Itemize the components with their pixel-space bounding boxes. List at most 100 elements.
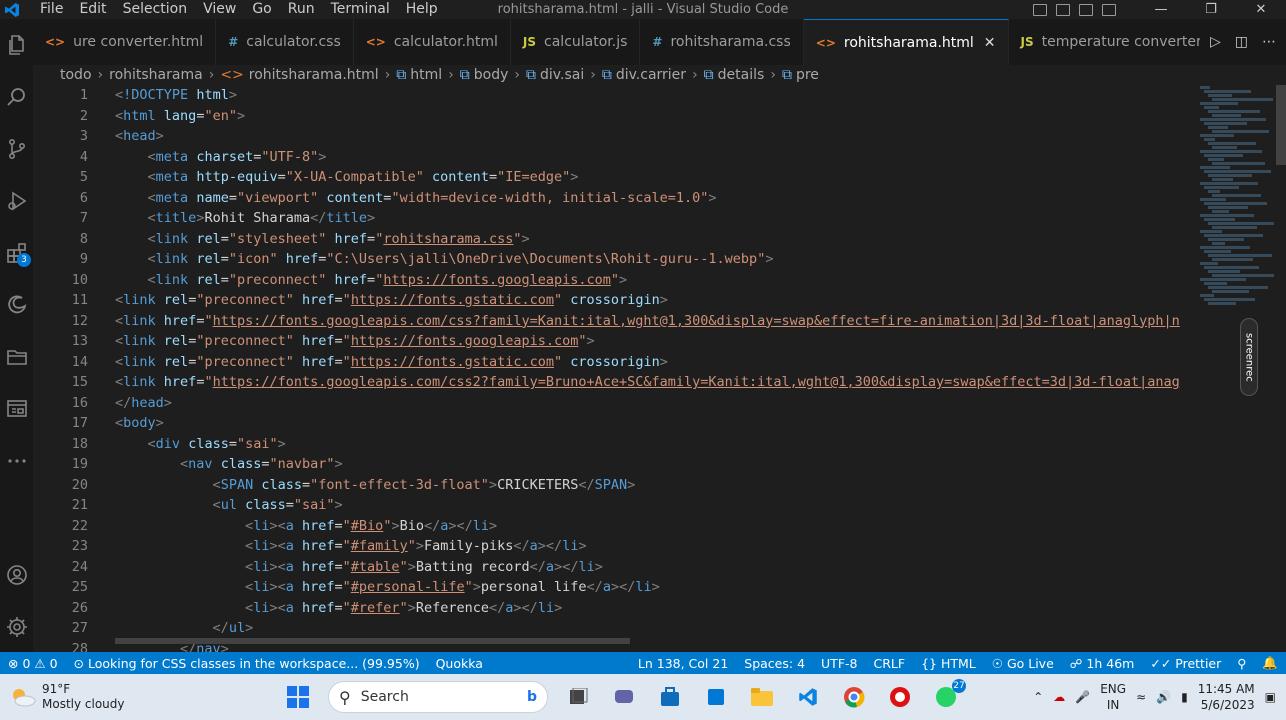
code-line[interactable]: 23 <li><a href="#family">Family-piks</a>… <box>33 536 1195 557</box>
code-line[interactable]: 2 <html lang="en"> <box>33 106 1195 127</box>
vertical-scrollbar[interactable] <box>1274 85 1286 652</box>
menu-edit[interactable]: Edit <box>71 0 114 19</box>
accounts-sync-icon[interactable]: ⚲ <box>1229 656 1254 671</box>
breadcrumb-item[interactable]: rohitsharama.html <box>249 67 379 83</box>
code-line[interactable]: 6 <meta name="viewport" content="width=d… <box>33 188 1195 209</box>
breadcrumb-item[interactable]: html <box>410 67 442 83</box>
code-line[interactable]: 18 <div class="sai"> <box>33 434 1195 455</box>
tab-ure-converter-html[interactable]: <> ure converter.html <box>33 19 217 65</box>
code-editor[interactable]: 1 <!DOCTYPE html> 2 <html lang="en"> 3 <head>… <box>33 85 1195 652</box>
time-tracker[interactable]: ☍ 1h 46m <box>1062 656 1143 671</box>
code-line[interactable]: 17 <body> <box>33 413 1195 434</box>
tab-rohitsharama-html[interactable]: <> rohitsharama.html ✕ <box>803 19 1009 65</box>
screen-recorder-icon[interactable] <box>884 681 916 713</box>
code-line[interactable]: 12 <link href="https://fonts.googleapis.c… <box>33 311 1195 332</box>
toggle-secondary-sidebar-icon[interactable] <box>1079 3 1093 16</box>
menu-selection[interactable]: Selection <box>115 0 196 19</box>
microphone-icon[interactable]: 🎤 <box>1075 690 1090 704</box>
language-mode[interactable]: {} HTML <box>913 656 984 671</box>
menu-view[interactable]: View <box>195 0 244 19</box>
clock[interactable]: 11:45 AM 5/6/2023 <box>1198 681 1255 713</box>
show-hidden-icons-icon[interactable]: ⌃ <box>1033 690 1043 704</box>
code-line[interactable]: 13 <link rel="preconnect" href="https://f… <box>33 331 1195 352</box>
close-window-icon[interactable]: ✕ <box>1236 0 1286 19</box>
breadcrumb-item[interactable]: pre <box>796 67 819 83</box>
code-line[interactable]: 25 <li><a href="#personal-life">personal… <box>33 577 1195 598</box>
run-icon[interactable]: ▷ <box>1210 34 1221 50</box>
notifications-bell-icon[interactable]: 🔔 <box>1254 655 1286 671</box>
code-line[interactable]: 24 <li><a href="#table">Batting record</… <box>33 557 1195 578</box>
taskbar-search[interactable]: ⚲ Search b <box>328 681 548 713</box>
project-manager-icon[interactable] <box>0 331 33 383</box>
remote-explorer-icon[interactable] <box>0 383 33 435</box>
teams-chat-icon[interactable] <box>608 681 640 713</box>
close-tab-icon[interactable]: ✕ <box>984 35 996 51</box>
extensions-icon[interactable]: 3 <box>0 227 33 279</box>
run-debug-icon[interactable] <box>0 175 33 227</box>
tray-app-icon[interactable]: ☁ <box>1053 690 1065 704</box>
wifi-icon[interactable]: ≈ <box>1136 690 1146 704</box>
language-indicator[interactable]: ENG IN <box>1100 681 1126 713</box>
explorer-icon[interactable] <box>0 19 33 71</box>
minimap[interactable] <box>1195 85 1281 652</box>
code-line[interactable]: 8 <link rel="stylesheet" href="rohitshar… <box>33 229 1195 250</box>
toggle-panel-icon[interactable] <box>1056 3 1070 16</box>
breadcrumb-item[interactable]: todo <box>60 67 92 83</box>
task-view-icon[interactable] <box>562 681 594 713</box>
tab-rohitsharama-css[interactable]: # rohitsharama.css <box>640 19 804 65</box>
whatsapp-icon[interactable]: 27 <box>930 679 966 713</box>
split-editor-icon[interactable]: ◫ <box>1235 34 1248 50</box>
file-explorer-icon[interactable] <box>746 681 778 713</box>
breadcrumb-item[interactable]: body <box>474 67 509 83</box>
code-line[interactable]: 5 <meta http-equiv="X-UA-Compatible" con… <box>33 167 1195 188</box>
search-icon[interactable] <box>0 71 33 123</box>
code-line[interactable]: 19 <nav class="navbar"> <box>33 454 1195 475</box>
accounts-icon[interactable] <box>0 549 33 601</box>
app-icon[interactable] <box>700 681 732 713</box>
code-line[interactable]: 22 <li><a href="#Bio">Bio</a></li> <box>33 516 1195 537</box>
microsoft-store-icon[interactable] <box>654 681 686 713</box>
tab-calculator-html[interactable]: <> calculator.html <box>353 19 511 65</box>
chrome-icon[interactable] <box>838 681 870 713</box>
menu-file[interactable]: File <box>32 0 71 19</box>
code-line[interactable]: 21 <ul class="sai"> <box>33 495 1195 516</box>
code-line[interactable]: 10 <link rel="preconnect" href="https://… <box>33 270 1195 291</box>
horizontal-scrollbar[interactable] <box>115 638 630 644</box>
scrollbar-thumb[interactable] <box>1276 85 1286 165</box>
toggle-primary-sidebar-icon[interactable] <box>1033 3 1047 16</box>
menu-help[interactable]: Help <box>398 0 446 19</box>
more-actions-icon[interactable]: ⋯ <box>1262 34 1276 50</box>
go-live-button[interactable]: ☉ Go Live <box>984 656 1062 671</box>
code-line[interactable]: 15 <link href="https://fonts.googleapis.c… <box>33 372 1195 393</box>
menu-go[interactable]: Go <box>244 0 279 19</box>
code-line[interactable]: 1 <!DOCTYPE html> <box>33 85 1195 106</box>
tab-temperature-converter-js[interactable]: JS temperature converter.js <box>1008 19 1230 65</box>
source-control-icon[interactable] <box>0 123 33 175</box>
restore-icon[interactable]: ❐ <box>1186 0 1236 19</box>
problems-indicator[interactable]: ⊗ 0 ⚠ 0 <box>0 656 66 671</box>
notification-center-icon[interactable]: ▣ <box>1265 690 1276 704</box>
code-line[interactable]: 3 <head> <box>33 126 1195 147</box>
code-line[interactable]: 14 <link rel="preconnect" href="https://f… <box>33 352 1195 373</box>
more-icon[interactable] <box>0 435 33 487</box>
breadcrumb-item[interactable]: rohitsharama <box>109 67 203 83</box>
code-line[interactable]: 26 <li><a href="#refer">Reference</a></l… <box>33 598 1195 619</box>
code-line[interactable]: 9 <link rel="icon" href="C:\Users\jalli\… <box>33 249 1195 270</box>
volume-icon[interactable]: 🔊 <box>1156 690 1171 704</box>
breadcrumb-item[interactable]: div.sai <box>540 67 584 83</box>
edge-devtools-icon[interactable] <box>0 279 33 331</box>
quokka-status[interactable]: Quokka <box>428 656 491 671</box>
battery-icon[interactable]: ▮ <box>1181 690 1188 704</box>
code-line[interactable]: 16 </head> <box>33 393 1195 414</box>
cursor-position[interactable]: Ln 138, Col 21 <box>630 656 736 671</box>
end-of-line[interactable]: CRLF <box>865 656 913 671</box>
breadcrumb-item[interactable]: details <box>718 67 765 83</box>
screenrec-widget[interactable]: screenrec <box>1240 318 1258 396</box>
prettier-status[interactable]: ✓✓ Prettier <box>1142 656 1229 671</box>
breadcrumb-item[interactable]: div.carrier <box>616 67 686 83</box>
indentation[interactable]: Spaces: 4 <box>736 656 813 671</box>
vscode-logo-icon[interactable] <box>0 0 24 19</box>
customize-layout-icon[interactable] <box>1102 3 1116 16</box>
menu-terminal[interactable]: Terminal <box>323 0 398 19</box>
code-line[interactable]: 7 <title>Rohit Sharama</title> <box>33 208 1195 229</box>
